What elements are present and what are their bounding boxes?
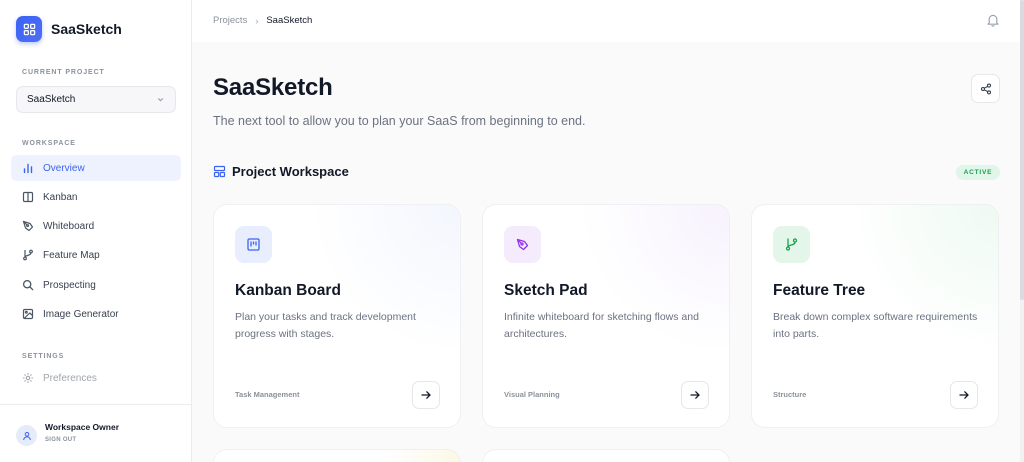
card-tag: Task Management xyxy=(235,390,300,399)
git-branch-icon xyxy=(22,249,34,261)
card-peek[interactable] xyxy=(213,449,461,462)
brand-name: SaaSketch xyxy=(51,21,122,37)
current-project-label: CURRENT PROJECT xyxy=(22,69,105,76)
pen-tool-icon xyxy=(22,220,34,232)
topbar: Projects › SaaSketch xyxy=(192,0,1020,42)
card-description: Infinite whiteboard for sketching flows … xyxy=(504,311,699,340)
card-title: Sketch Pad xyxy=(504,282,588,299)
card-description: Break down complex software requirements… xyxy=(773,311,978,340)
page-subtitle: The next tool to allow you to plan your … xyxy=(213,114,586,128)
arrow-right-icon xyxy=(421,391,431,399)
card-peek[interactable] xyxy=(482,449,730,462)
card-tag: Visual Planning xyxy=(504,390,560,399)
brand[interactable]: SaaSketch xyxy=(16,16,122,42)
project-select[interactable]: SaaSketch xyxy=(16,86,176,113)
sidebar-item-label: Overview xyxy=(43,162,85,174)
share-icon xyxy=(980,83,991,94)
breadcrumb: Projects › SaaSketch xyxy=(213,15,312,26)
kanban-board-card[interactable]: Kanban Board Plan your tasks and track d… xyxy=(213,204,461,428)
sidebar-item-preferences[interactable]: Preferences xyxy=(11,365,181,391)
workspace-label: WORKSPACE xyxy=(22,140,76,147)
workspace-title: Project Workspace xyxy=(232,164,349,179)
open-kanban-button[interactable] xyxy=(412,381,440,409)
bar-chart-icon xyxy=(22,162,34,174)
scrollbar-thumb[interactable] xyxy=(1020,0,1024,300)
sketch-pad-card[interactable]: Sketch Pad Infinite whiteboard for sketc… xyxy=(482,204,730,428)
settings-label: SETTINGS xyxy=(22,353,65,360)
status-badge: ACTIVE xyxy=(956,165,1000,180)
bell-icon[interactable] xyxy=(986,13,1000,27)
kanban-icon xyxy=(235,226,272,263)
avatar[interactable] xyxy=(16,425,37,446)
feature-tree-card[interactable]: Feature Tree Break down complex software… xyxy=(751,204,999,428)
card-tag: Structure xyxy=(773,390,807,399)
sidebar-item-feature-map[interactable]: Feature Map xyxy=(11,242,181,268)
arrow-right-icon xyxy=(959,391,969,399)
pen-tool-icon xyxy=(504,226,541,263)
chevron-down-icon xyxy=(157,98,164,102)
sidebar-item-label: Prospecting xyxy=(43,279,96,291)
sidebar-item-prospecting[interactable]: Prospecting xyxy=(11,272,181,298)
owner-name: Workspace Owner xyxy=(45,422,120,432)
chevron-right-icon: › xyxy=(255,15,259,26)
columns-icon xyxy=(22,191,34,203)
sidebar-item-overview[interactable]: Overview xyxy=(11,155,181,181)
card-title: Feature Tree xyxy=(773,282,866,299)
project-select-value: SaaSketch xyxy=(27,94,76,105)
share-button[interactable] xyxy=(971,74,1000,103)
arrow-right-icon xyxy=(690,391,700,399)
sidebar-item-image-generator[interactable]: Image Generator xyxy=(11,301,181,327)
page-title: SaaSketch xyxy=(213,74,333,101)
workspace-heading: Project Workspace xyxy=(213,164,349,179)
grid-icon xyxy=(16,16,42,42)
sidebar-item-label: Image Generator xyxy=(43,308,119,320)
card-description: Plan your tasks and track development pr… xyxy=(235,311,416,340)
sign-out-link[interactable]: SIGN OUT xyxy=(45,437,76,443)
sidebar-item-label: Feature Map xyxy=(43,249,100,261)
sidebar: SaaSketch CURRENT PROJECT SaaSketch WORK… xyxy=(0,0,192,462)
search-icon xyxy=(22,279,34,291)
image-icon xyxy=(22,308,34,320)
open-sketch-pad-button[interactable] xyxy=(681,381,709,409)
card-title: Kanban Board xyxy=(235,282,341,299)
main-content: Projects › SaaSketch SaaSketch The next … xyxy=(192,0,1020,462)
layout-icon xyxy=(213,165,226,178)
breadcrumb-projects[interactable]: Projects xyxy=(213,15,247,26)
scrollbar[interactable] xyxy=(1020,0,1024,462)
open-feature-tree-button[interactable] xyxy=(950,381,978,409)
breadcrumb-current: SaaSketch xyxy=(266,15,313,26)
sidebar-item-label: Whiteboard xyxy=(43,220,95,232)
git-branch-icon xyxy=(773,226,810,263)
sidebar-item-kanban[interactable]: Kanban xyxy=(11,184,181,210)
sidebar-item-whiteboard[interactable]: Whiteboard xyxy=(11,213,181,239)
sidebar-item-label: Kanban xyxy=(43,191,78,203)
gear-icon xyxy=(22,372,34,384)
sidebar-footer: Workspace Owner SIGN OUT xyxy=(0,404,192,462)
user-icon xyxy=(22,431,31,440)
sidebar-item-label: Preferences xyxy=(43,372,97,384)
